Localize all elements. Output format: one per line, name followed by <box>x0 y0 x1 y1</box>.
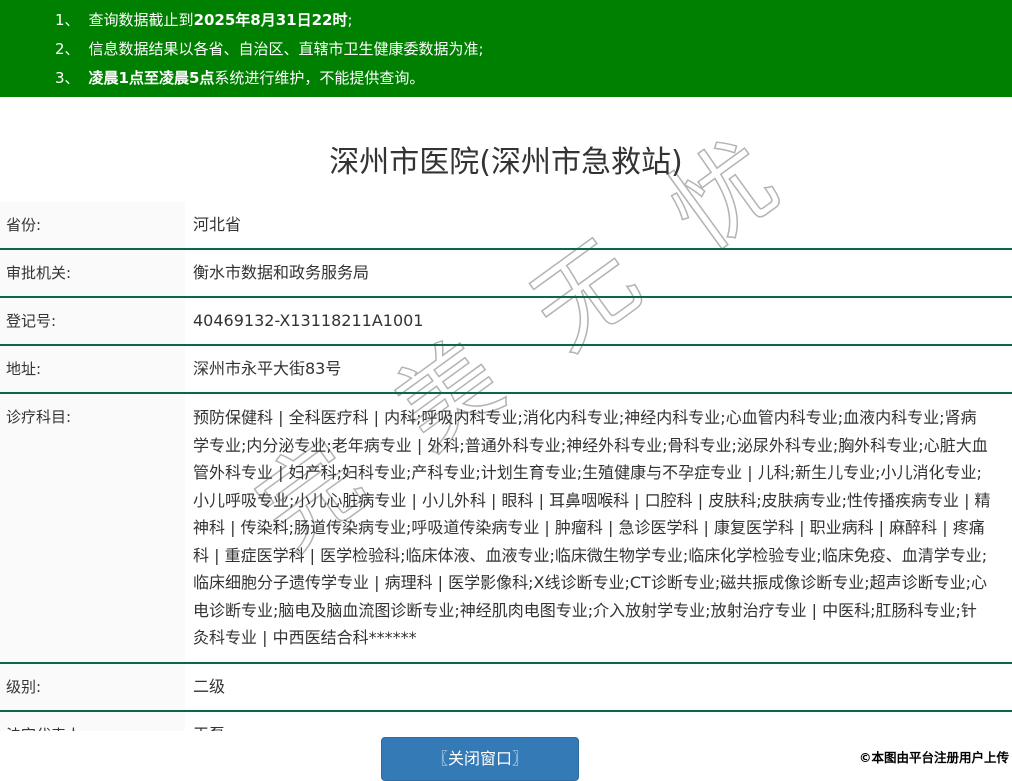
table-row-level: 级别: 二级 <box>0 664 1012 712</box>
notice-line-3: 3、 凌晨1点至凌晨5点系统进行维护，不能提供查询。 <box>55 64 1002 93</box>
row-label: 地址: <box>0 346 185 392</box>
notice-number: 2、 <box>55 40 80 58</box>
row-value: 二级 <box>193 677 226 696</box>
table-row-approval-authority: 审批机关: 衡水市数据和政务服务局 <box>0 250 1012 298</box>
notice-text: 系统进行维护，不能提供查询。 <box>214 69 425 87</box>
row-label: 审批机关: <box>0 250 185 296</box>
image-attribution: ©本图由平台注册用户上传 <box>858 750 1009 765</box>
row-value: 衡水市数据和政务服务局 <box>193 263 370 282</box>
notice-line-1: 1、 查询数据截止到2025年8月31日22时; <box>55 6 1002 35</box>
notice-banner: 1、 查询数据截止到2025年8月31日22时; 2、 信息数据结果以各省、自治区、… <box>0 0 1012 97</box>
notice-text: 查询数据截止到 <box>88 11 194 29</box>
notice-text: 信息数据结果以各省、自治区、直辖市卫生健康委数据为准; <box>88 40 484 58</box>
table-row-address: 地址: 深州市永平大街83号 <box>0 346 1012 394</box>
close-window-button[interactable]: 〖关闭窗口〗 <box>381 737 579 781</box>
page-title: 深州市医院(深州市急救站) <box>329 145 683 180</box>
notice-bold-text: 凌晨1点至凌晨5点 <box>88 69 215 87</box>
row-value: 深州市永平大街83号 <box>193 359 342 378</box>
hospital-info-table: 省份: 河北省 审批机关: 衡水市数据和政务服务局 登记号: 40469132-… <box>0 202 1012 760</box>
row-value: 预防保健科 | 全科医疗科 | 内科;呼吸内科专业;消化内科专业;神经内科专业;… <box>193 408 991 647</box>
row-label: 级别: <box>0 664 185 710</box>
table-row-province: 省份: 河北省 <box>0 202 1012 250</box>
table-row-medical-departments: 诊疗科目: 预防保健科 | 全科医疗科 | 内科;呼吸内科专业;消化内科专业;神… <box>0 394 1012 664</box>
notice-number: 1、 <box>55 11 80 29</box>
row-label: 省份: <box>0 202 185 248</box>
row-label: 登记号: <box>0 298 185 344</box>
table-row-registration-number: 登记号: 40469132-X13118211A1001 <box>0 298 1012 346</box>
notice-number: 3、 <box>55 69 80 87</box>
row-value: 河北省 <box>193 215 242 234</box>
notice-line-2: 2、 信息数据结果以各省、自治区、直辖市卫生健康委数据为准; <box>55 35 1002 64</box>
notice-text: ; <box>347 11 353 29</box>
row-label: 诊疗科目: <box>0 394 185 662</box>
footer-bar: 〖关闭窗口〗 ©本图由平台注册用户上传 <box>0 731 1012 781</box>
notice-bold-text: 2025年8月31日22时 <box>193 11 348 29</box>
row-value: 40469132-X13118211A1001 <box>193 311 424 330</box>
